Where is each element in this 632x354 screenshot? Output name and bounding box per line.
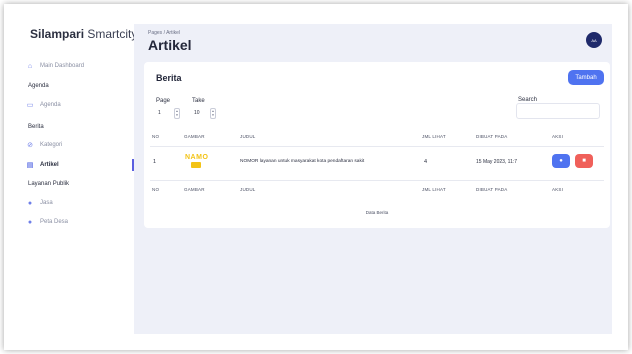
sidebar-item-dashboard[interactable]: ⌂ Main Dashboard — [26, 61, 84, 71]
take-label: Take — [192, 98, 205, 104]
sidebar-section-layanan: Layanan Publik — [28, 181, 70, 187]
cell-dibuat-pada: 15 May 2023, 11:7 — [476, 159, 518, 165]
sidebar-item-peta-desa[interactable]: ● Peta Desa — [26, 217, 68, 227]
article-icon: ▤ — [26, 162, 34, 169]
calendar-icon: ▭ — [26, 102, 34, 109]
divider — [150, 180, 604, 181]
sidebar-item-jasa[interactable]: ● Jasa — [26, 198, 53, 208]
page-stepper[interactable]: 1 ▲ ▼ — [156, 107, 180, 119]
take-stepper[interactable]: 10 ▲ ▼ — [192, 107, 216, 119]
sidebar-item-kategori[interactable]: ⊘ Kategori — [26, 140, 62, 150]
avatar[interactable]: AA — [586, 32, 602, 48]
sidebar-section-agenda: Agenda — [28, 83, 49, 89]
stepper-arrows-icon[interactable]: ▲ ▼ — [210, 107, 216, 119]
app-window: Silampari Smartcity ⌂ Main Dashboard Age… — [4, 4, 628, 350]
brand-logo: Silampari Smartcity — [30, 27, 137, 41]
main-content: Pages / Artikel Artikel AA Berita Tambah… — [134, 24, 612, 334]
sidebar-item-label: Peta Desa — [40, 219, 69, 225]
footer-header-gambar: GAMBAR — [184, 187, 205, 192]
page-value: 1 — [158, 110, 161, 116]
sidebar-item-label: Main Dashboard — [40, 63, 85, 69]
sidebar-item-label: Kategori — [40, 142, 63, 148]
trash-icon: ■ — [582, 158, 586, 164]
sidebar-item-agenda[interactable]: ▭ Agenda — [26, 100, 61, 110]
search-input[interactable] — [516, 103, 600, 119]
thumbnail-text: NAMO — [185, 154, 209, 161]
berita-card: Berita Tambah Page 1 ▲ ▼ Take 10 ▲ ▼ Searc… — [144, 62, 610, 228]
sidebar-item-artikel[interactable]: ▤ Artikel — [26, 160, 59, 170]
card-title: Berita — [156, 73, 182, 83]
sidebar: Silampari Smartcity ⌂ Main Dashboard Age… — [4, 4, 137, 350]
tag-icon: ⊘ — [27, 142, 33, 149]
sidebar-item-label: Agenda — [40, 102, 61, 108]
brand-name: Silampari — [30, 27, 85, 41]
footer-header-dibuat-pada: DIBUAT PADA — [476, 187, 508, 192]
edit-button[interactable]: ● — [552, 154, 570, 168]
column-header-jml-lihat: JML LIHAT — [422, 134, 446, 139]
page-title: Artikel — [148, 37, 192, 53]
sidebar-item-label: Jasa — [40, 200, 53, 206]
thumbnail-shape — [191, 162, 201, 168]
location-pin-icon: ● — [27, 199, 33, 207]
brand-suffix: Smartcity — [84, 27, 138, 41]
sidebar-section-berita: Berita — [28, 124, 44, 130]
delete-button[interactable]: ■ — [575, 154, 593, 168]
column-header-judul: JUDUL — [240, 134, 256, 139]
breadcrumb: Pages / Artikel — [148, 30, 180, 36]
add-button[interactable]: Tambah — [568, 70, 604, 85]
cell-no: 1 — [153, 159, 157, 165]
table-caption: Data Berita — [365, 210, 389, 215]
cell-jml-lihat: 4 — [424, 159, 428, 165]
article-thumbnail: NAMO — [184, 154, 212, 170]
eye-icon: ● — [559, 158, 563, 164]
footer-header-aksi: AKSI — [552, 187, 564, 192]
cell-judul: NOMOR layanan untuk masyarakat kota pend… — [240, 159, 365, 164]
column-header-no: NO — [152, 134, 160, 139]
take-value: 10 — [194, 110, 200, 116]
page-label: Page — [156, 98, 171, 104]
footer-header-judul: JUDUL — [240, 187, 256, 192]
footer-header-jml-lihat: JML LIHAT — [422, 187, 446, 192]
sidebar-item-label: Artikel — [40, 162, 59, 168]
home-icon: ⌂ — [27, 62, 33, 70]
divider — [150, 146, 604, 147]
column-header-gambar: GAMBAR — [184, 134, 205, 139]
stepper-arrows-icon[interactable]: ▲ ▼ — [174, 107, 180, 119]
footer-header-no: NO — [152, 187, 160, 192]
location-pin-icon: ● — [27, 218, 33, 226]
column-header-dibuat-pada: DIBUAT PADA — [476, 134, 508, 139]
column-header-aksi: AKSI — [552, 134, 564, 139]
